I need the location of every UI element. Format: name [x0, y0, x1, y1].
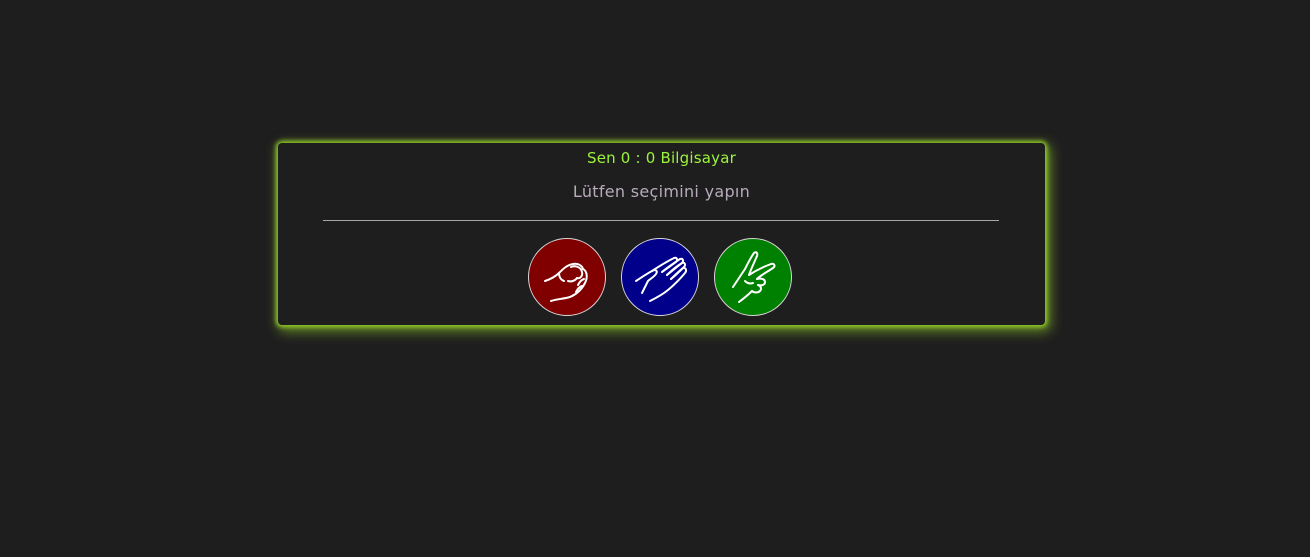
choice-buttons [528, 238, 795, 318]
scoreboard: Sen 0 : 0 Bilgisayar [586, 149, 737, 167]
rock-fist-icon [544, 262, 588, 302]
divider [323, 220, 999, 221]
rock-button[interactable] [528, 238, 606, 316]
paper-button[interactable] [621, 238, 699, 316]
scissors-hand-icon [732, 251, 776, 303]
game-card: Sen 0 : 0 Bilgisayar Lütfen seçimini yap… [278, 143, 1045, 325]
scissors-button[interactable] [714, 238, 792, 316]
status-message: Lütfen seçimini yapın [572, 182, 751, 201]
paper-hand-icon [635, 256, 688, 302]
